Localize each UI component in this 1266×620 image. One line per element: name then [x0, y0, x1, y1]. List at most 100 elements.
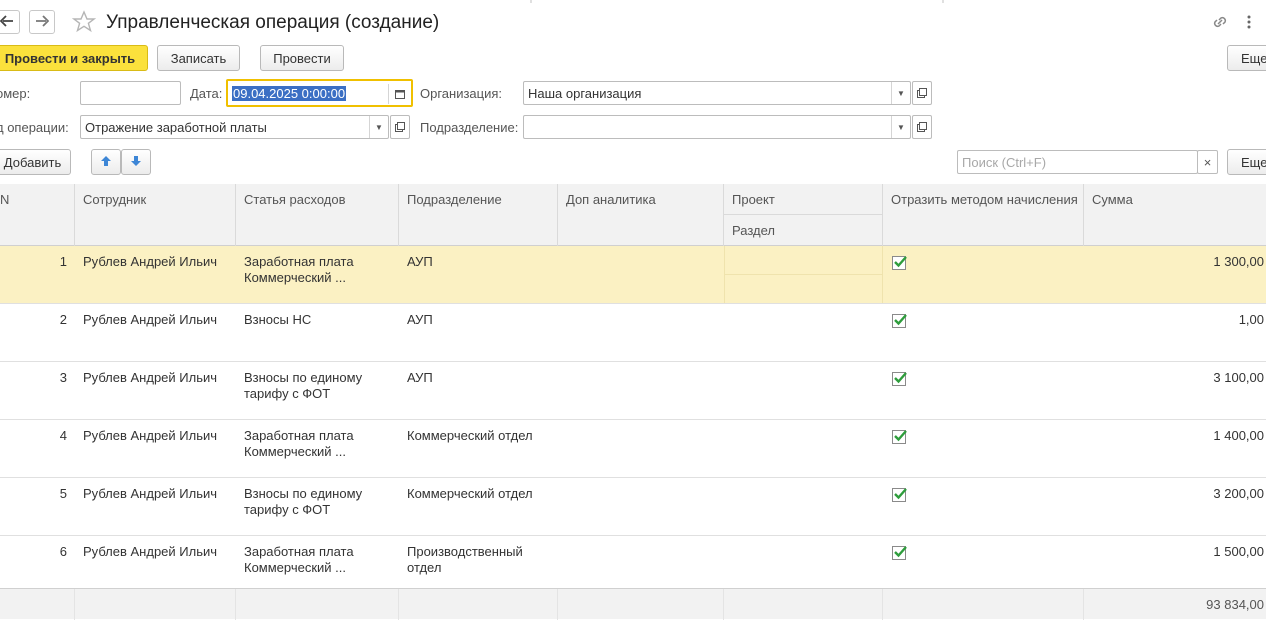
- cell-n[interactable]: 1: [0, 246, 75, 303]
- arrow-up-icon: [100, 155, 112, 170]
- save-button[interactable]: Записать: [157, 45, 240, 71]
- column-expense[interactable]: Статья расходов: [236, 184, 399, 246]
- footer-divider: [557, 589, 558, 620]
- cell-n[interactable]: 5: [0, 478, 75, 535]
- accrual-checkbox[interactable]: [892, 372, 907, 386]
- cell-section[interactable]: [724, 275, 883, 303]
- post-and-close-button[interactable]: Провести и закрыть: [0, 45, 148, 71]
- search-placeholder: Поиск (Ctrl+F): [962, 155, 1047, 170]
- cell-sum[interactable]: 1 500,00: [1084, 536, 1266, 593]
- cell-expense[interactable]: Заработная плата Коммерческий ...: [236, 246, 399, 303]
- cell-expense[interactable]: Заработная плата Коммерческий ...: [236, 536, 399, 593]
- table-row[interactable]: 6 Рублев Андрей Ильич Заработная плата Ком…: [0, 536, 1266, 594]
- chevron-down-icon[interactable]: ▼: [891, 116, 910, 138]
- table-footer: 93 834,00: [0, 588, 1266, 620]
- table-row[interactable]: 5 Рублев Андрей Ильич Взносы по единому та…: [0, 478, 1266, 536]
- accrual-checkbox[interactable]: [892, 256, 907, 270]
- cell-expense[interactable]: Взносы НС: [236, 304, 399, 361]
- search-input[interactable]: Поиск (Ctrl+F): [957, 150, 1198, 174]
- column-section[interactable]: Раздел: [724, 215, 883, 246]
- column-sum[interactable]: Сумма: [1084, 184, 1266, 246]
- cell-n[interactable]: 2: [0, 304, 75, 361]
- move-up-button[interactable]: [91, 149, 121, 175]
- column-department[interactable]: Подразделение: [399, 184, 558, 246]
- operation-type-field[interactable]: Отражение заработной платы ▼: [80, 115, 389, 139]
- accrual-checkbox[interactable]: [892, 488, 907, 502]
- open-operation-type-button[interactable]: [390, 115, 410, 139]
- footer-divider: [1083, 589, 1084, 620]
- cell-employee[interactable]: Рублев Андрей Ильич: [75, 478, 236, 535]
- cell-n[interactable]: 4: [0, 420, 75, 477]
- table-row[interactable]: 1 Рублев Андрей Ильич Заработная плата Ком…: [0, 246, 1266, 304]
- table-row[interactable]: 2 Рублев Андрей Ильич Взносы НС АУП 1,00: [0, 304, 1266, 362]
- cell-n[interactable]: 6: [0, 536, 75, 593]
- cell-expense[interactable]: Заработная плата Коммерческий ...: [236, 420, 399, 477]
- arrow-right-icon: [35, 14, 50, 30]
- page-title: Управленческая операция (создание): [106, 12, 440, 33]
- move-down-button[interactable]: [121, 149, 151, 175]
- calendar-icon[interactable]: [388, 84, 411, 104]
- accrual-checkbox[interactable]: [892, 546, 907, 560]
- back-button[interactable]: [0, 10, 20, 34]
- cell-department[interactable]: Производственный отдел: [399, 536, 558, 593]
- accrual-checkbox[interactable]: [892, 430, 907, 444]
- table-more-button[interactable]: Еще: [1227, 149, 1266, 175]
- arrow-down-icon: [130, 155, 142, 170]
- cell-sum[interactable]: 1 300,00: [1084, 246, 1266, 303]
- cell-employee[interactable]: Рублев Андрей Ильич: [75, 304, 236, 361]
- column-project[interactable]: Проект: [724, 184, 883, 215]
- total-sum: 93 834,00: [1206, 597, 1264, 612]
- more-vertical-icon[interactable]: [1246, 14, 1252, 33]
- top-divider: [942, 0, 944, 3]
- department-field[interactable]: ▼: [523, 115, 911, 139]
- link-icon[interactable]: [1211, 14, 1229, 33]
- footer-divider: [723, 589, 724, 620]
- cell-employee[interactable]: Рублев Андрей Ильич: [75, 536, 236, 593]
- cell-department[interactable]: АУП: [399, 246, 558, 303]
- more-actions-button[interactable]: Еще: [1227, 45, 1266, 71]
- forward-button[interactable]: [29, 10, 55, 34]
- cell-project[interactable]: [724, 246, 883, 275]
- cell-employee[interactable]: Рублев Андрей Ильич: [75, 246, 236, 303]
- close-icon: ×: [1203, 154, 1212, 170]
- chevron-down-icon[interactable]: ▼: [891, 82, 910, 104]
- column-accrual[interactable]: Отразить методом начисления: [883, 184, 1084, 246]
- post-button[interactable]: Провести: [260, 45, 344, 71]
- favorite-star-icon[interactable]: [71, 10, 97, 37]
- operation-type-label: д операции:: [0, 120, 69, 135]
- column-extra-analytics[interactable]: Доп аналитика: [558, 184, 724, 246]
- table-row[interactable]: 4 Рублев Андрей Ильич Заработная плата Ком…: [0, 420, 1266, 478]
- footer-divider: [398, 589, 399, 620]
- organization-value: Наша организация: [528, 86, 642, 101]
- organization-field[interactable]: Наша организация ▼: [523, 81, 911, 105]
- cell-n[interactable]: 3: [0, 362, 75, 419]
- cell-sum[interactable]: 3 200,00: [1084, 478, 1266, 535]
- cell-expense[interactable]: Взносы по единому тарифу с ФОТ: [236, 478, 399, 535]
- add-row-button[interactable]: Добавить: [0, 149, 71, 175]
- open-organization-button[interactable]: [912, 81, 932, 105]
- cell-employee[interactable]: Рублев Андрей Ильич: [75, 420, 236, 477]
- accrual-checkbox[interactable]: [892, 314, 907, 328]
- cell-department[interactable]: Коммерческий отдел: [399, 478, 558, 535]
- date-value: 09.04.2025 0:00:00: [232, 86, 347, 101]
- column-n[interactable]: N: [0, 184, 75, 246]
- cell-department[interactable]: Коммерческий отдел: [399, 420, 558, 477]
- cell-department[interactable]: АУП: [399, 362, 558, 419]
- cell-department[interactable]: АУП: [399, 304, 558, 361]
- cell-expense[interactable]: Взносы по единому тарифу с ФОТ: [236, 362, 399, 419]
- open-department-button[interactable]: [912, 115, 932, 139]
- department-label: Подразделение:: [420, 120, 519, 135]
- top-divider: [530, 0, 532, 3]
- column-employee[interactable]: Сотрудник: [75, 184, 236, 246]
- cell-employee[interactable]: Рублев Андрей Ильич: [75, 362, 236, 419]
- cell-sum[interactable]: 1,00: [1084, 304, 1266, 361]
- cell-sum[interactable]: 1 400,00: [1084, 420, 1266, 477]
- table-row[interactable]: 3 Рублев Андрей Ильич Взносы по единому та…: [0, 362, 1266, 420]
- footer-divider: [882, 589, 883, 620]
- open-icon: [917, 86, 927, 101]
- date-field[interactable]: 09.04.2025 0:00:00: [226, 79, 413, 107]
- clear-search-button[interactable]: ×: [1197, 150, 1218, 174]
- number-field[interactable]: [80, 81, 181, 105]
- cell-sum[interactable]: 3 100,00: [1084, 362, 1266, 419]
- chevron-down-icon[interactable]: ▼: [369, 116, 388, 138]
